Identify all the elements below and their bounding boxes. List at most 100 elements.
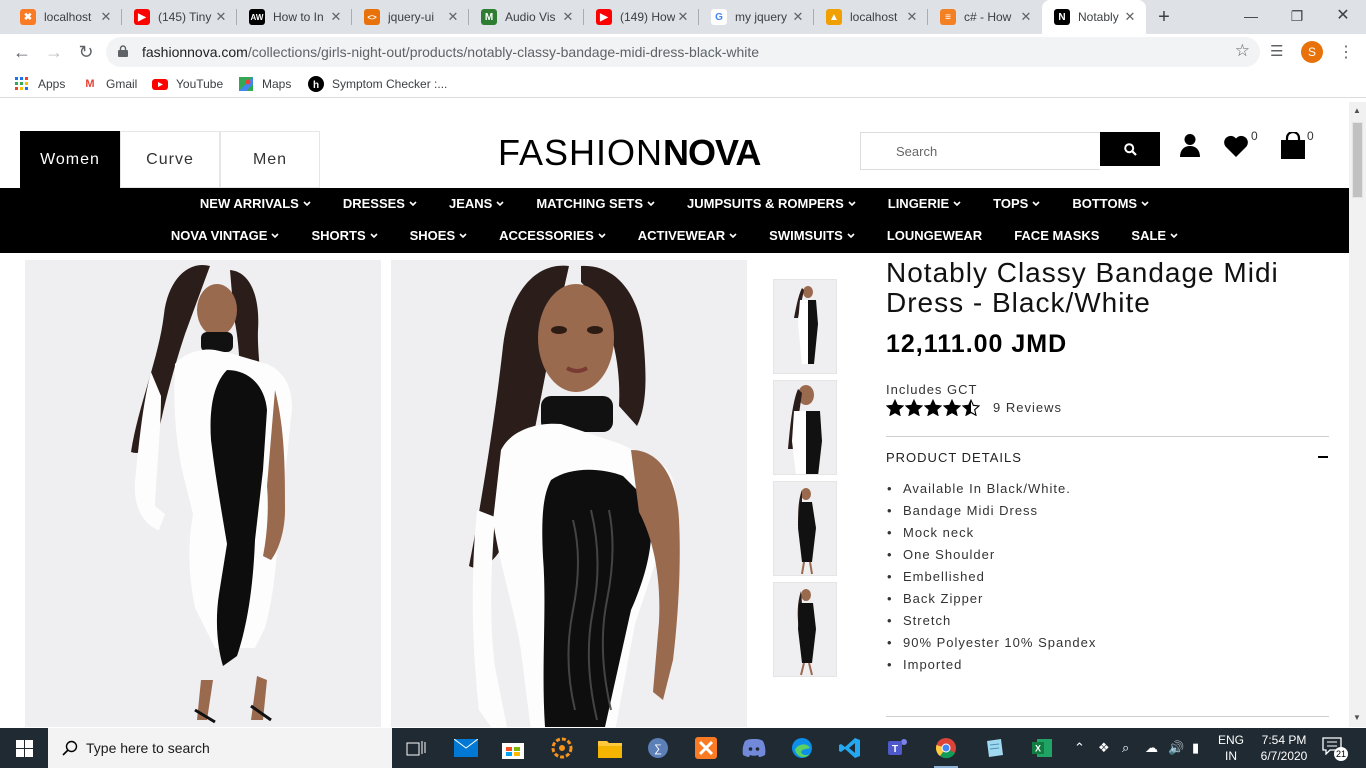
nav-item-activewear[interactable]: ACTIVEWEAR (638, 228, 737, 243)
mail-app-icon[interactable] (452, 734, 480, 762)
input-language-indicator[interactable]: ENG IN (1214, 732, 1248, 764)
nav-item-dresses[interactable]: DRESSES (343, 196, 417, 211)
rating-stars[interactable]: 9 Reviews (886, 399, 1062, 416)
store-app-icon[interactable] (499, 734, 527, 762)
search-button[interactable] (1100, 132, 1160, 166)
new-tab-button[interactable]: + (1152, 5, 1176, 29)
onedrive-cloud-icon[interactable]: ☁ (1145, 740, 1158, 756)
battery-icon[interactable]: ▮ (1192, 740, 1199, 756)
action-center-icon[interactable]: 21 (1322, 737, 1348, 761)
chrome-menu-icon[interactable]: ⋮ (1338, 42, 1354, 62)
system-clock[interactable]: 7:54 PM 6/7/2020 (1252, 732, 1316, 764)
nav-item-bottoms[interactable]: BOTTOMS (1072, 196, 1149, 211)
vscode-app-icon[interactable] (836, 734, 864, 762)
browser-tab[interactable]: ✖ localhost ✕ (8, 0, 122, 34)
browser-tab[interactable]: N Notably C✕ (1042, 0, 1146, 34)
close-tab-icon[interactable]: ✕ (560, 9, 576, 25)
cart-bag-icon[interactable] (1280, 132, 1306, 159)
scrollbar-thumb[interactable] (1352, 122, 1363, 198)
browser-tab[interactable]: ≡ c# - How ✕ (928, 0, 1042, 34)
notepad-app-icon[interactable] (980, 734, 1008, 762)
chrome-app-icon[interactable] (932, 734, 960, 768)
excel-app-icon[interactable]: X (1028, 734, 1056, 762)
page-scrollbar[interactable]: ▲ ▼ (1349, 102, 1366, 727)
tab-curve[interactable]: Curve (120, 131, 220, 188)
close-tab-icon[interactable]: ✕ (1122, 9, 1138, 25)
nav-item-swimsuits[interactable]: SWIMSUITS (769, 228, 855, 243)
bookmark-maps[interactable]: Maps (238, 76, 291, 92)
close-tab-icon[interactable]: ✕ (328, 9, 344, 25)
nav-item-accessories[interactable]: ACCESSORIES (499, 228, 606, 243)
product-thumbnail-1[interactable] (773, 279, 837, 374)
browser-tab[interactable]: ▲ localhost ✕ (814, 0, 928, 34)
account-icon[interactable] (1179, 133, 1201, 157)
profile-avatar[interactable]: S (1301, 41, 1323, 63)
nav-item-jumpsuits-rompers[interactable]: JUMPSUITS & ROMPERS (687, 196, 856, 211)
close-tab-icon[interactable]: ✕ (675, 9, 691, 25)
close-tab-icon[interactable]: ✕ (904, 9, 920, 25)
media-control-icon[interactable]: ☰ (1270, 42, 1283, 60)
scroll-down-arrow[interactable]: ▼ (1353, 713, 1361, 722)
task-view-icon[interactable] (402, 734, 430, 762)
search-field[interactable] (860, 132, 1100, 170)
minimize-button[interactable]: — (1228, 0, 1274, 34)
teams-app-icon[interactable]: T (884, 734, 912, 762)
close-tab-icon[interactable]: ✕ (1018, 9, 1034, 25)
close-tab-icon[interactable]: ✕ (213, 9, 229, 25)
settings-gear-app-icon[interactable] (548, 734, 576, 762)
search-input[interactable] (861, 133, 1100, 169)
nav-item-face-masks[interactable]: FACE MASKS (1014, 228, 1099, 243)
product-image-closeup[interactable] (391, 260, 747, 727)
product-thumbnail-3[interactable] (773, 481, 837, 576)
edge-app-icon[interactable] (788, 734, 816, 762)
bookmark-youtube[interactable]: YouTube (152, 76, 223, 92)
nav-item-tops[interactable]: TOPS (993, 196, 1040, 211)
calculator-app-icon[interactable]: ∑ (644, 734, 672, 762)
collapse-minus-icon[interactable] (1318, 456, 1328, 458)
bookmark-symptom-checker[interactable]: h Symptom Checker :... (308, 76, 447, 92)
forward-button[interactable]: → (40, 38, 68, 66)
nav-item-jeans[interactable]: JEANS (449, 196, 504, 211)
browser-tab[interactable]: <> jquery-ui ✕ (352, 0, 469, 34)
close-tab-icon[interactable]: ✕ (445, 9, 461, 25)
nav-item-shoes[interactable]: SHOES (410, 228, 468, 243)
close-tab-icon[interactable]: ✕ (790, 9, 806, 25)
xampp-app-icon[interactable] (692, 734, 720, 762)
wifi-icon[interactable]: ⌕ (1122, 740, 1129, 756)
start-button[interactable] (0, 728, 48, 768)
nav-item-nova-vintage[interactable]: NOVA VINTAGE (171, 228, 280, 243)
show-hidden-icons-chevron-icon[interactable]: ⌃ (1074, 740, 1085, 756)
back-button[interactable]: ← (8, 38, 36, 66)
close-window-button[interactable]: ✕ (1320, 0, 1366, 34)
browser-tab[interactable]: ▶ (149) How ✕ (584, 0, 699, 34)
taskbar-search[interactable] (48, 728, 392, 768)
volume-icon[interactable]: 🔊 (1168, 740, 1184, 756)
discord-app-icon[interactable] (740, 734, 768, 762)
nav-item-loungewear[interactable]: LOUNGEWEAR (887, 228, 982, 243)
fashionnova-logo[interactable]: FASHION NOVA (498, 132, 761, 173)
reload-button[interactable]: ↻ (72, 38, 100, 66)
tab-women[interactable]: Women (20, 131, 120, 188)
browser-tab[interactable]: Gmy jquery ✕ (699, 0, 814, 34)
nav-item-lingerie[interactable]: LINGERIE (888, 196, 961, 211)
product-image-front[interactable] (25, 260, 381, 727)
bookmark-gmail[interactable]: M Gmail (82, 76, 137, 92)
bookmark-apps[interactable]: Apps (14, 76, 65, 92)
wishlist-heart-icon[interactable] (1223, 135, 1249, 157)
scroll-up-arrow[interactable]: ▲ (1353, 106, 1361, 115)
dropbox-icon[interactable]: ❖ (1098, 740, 1110, 756)
file-explorer-icon[interactable] (596, 734, 624, 762)
nav-item-sale[interactable]: SALE (1131, 228, 1178, 243)
product-details-header[interactable]: PRODUCT DETAILS (886, 450, 1022, 465)
maximize-button[interactable]: ❐ (1274, 0, 1320, 34)
nav-item-new-arrivals[interactable]: NEW ARRIVALS (200, 196, 311, 211)
address-bar[interactable]: fashionnova.com/collections/girls-night-… (106, 37, 1260, 67)
nav-item-shorts[interactable]: SHORTS (311, 228, 378, 243)
nav-item-matching-sets[interactable]: MATCHING SETS (536, 196, 655, 211)
product-thumbnail-2[interactable] (773, 380, 837, 475)
browser-tab[interactable]: M Audio Vis ✕ (469, 0, 584, 34)
bookmark-star-icon[interactable]: ☆ (1235, 41, 1250, 61)
reviews-link[interactable]: 9 Reviews (993, 400, 1062, 415)
product-thumbnail-4[interactable] (773, 582, 837, 677)
browser-tab[interactable]: AW How to In ✕ (237, 0, 352, 34)
